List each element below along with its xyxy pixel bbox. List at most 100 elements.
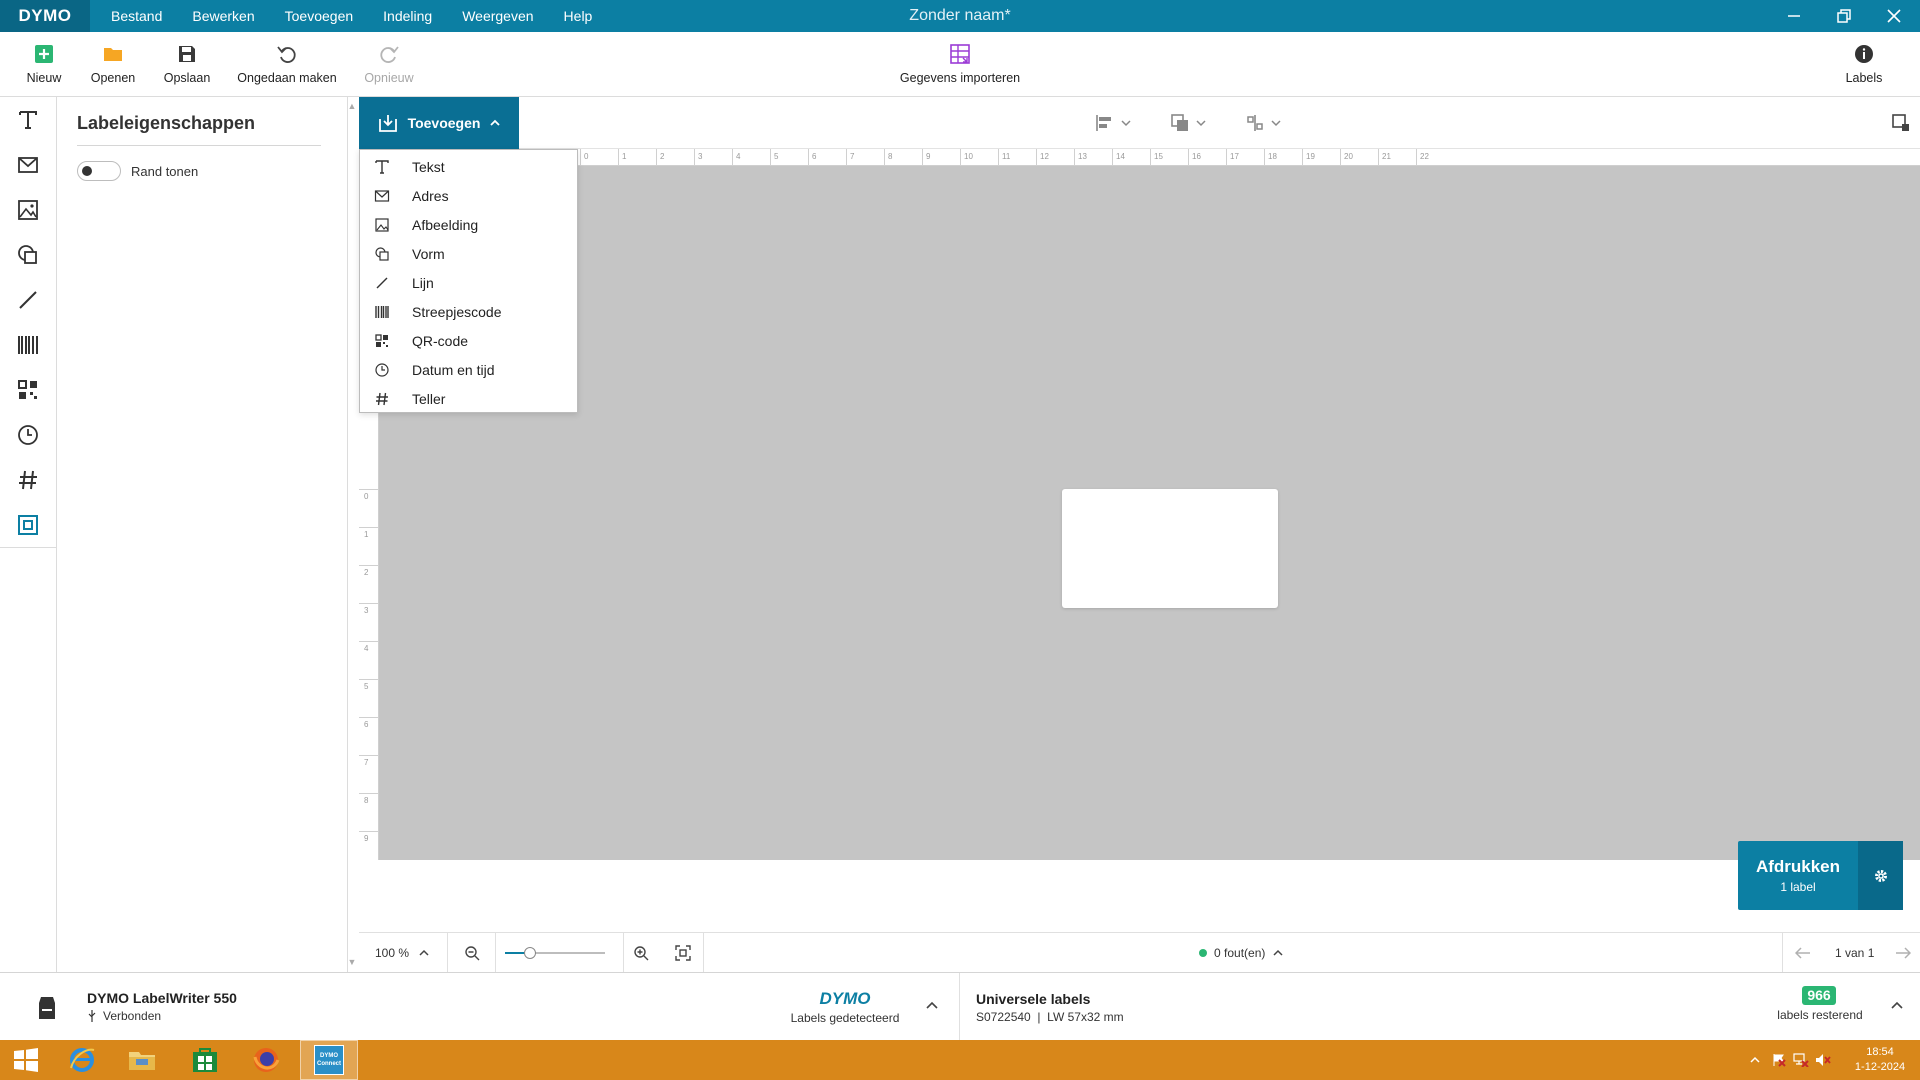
tool-text[interactable] [0,97,56,142]
distribute-button[interactable] [1245,111,1281,135]
qr-code-icon [18,379,37,399]
print-button-group: Afdrukken 1 label [1738,841,1903,910]
labels-info-button[interactable]: Labels [1842,32,1886,96]
fit-selection-button[interactable] [1891,111,1911,135]
tool-address[interactable] [0,142,56,187]
undo-button[interactable]: Ongedaan maken [233,32,341,96]
open-button[interactable]: Openen [88,32,138,96]
menu-bestand[interactable]: Bestand [96,0,177,32]
panel-scroll-down-icon[interactable]: ▼ [347,957,357,967]
panel-scroll-up-icon[interactable]: ▲ [347,101,357,111]
add-menu-item-teller[interactable]: Teller [360,384,577,413]
tray-network[interactable] [1792,1040,1810,1080]
tool-label-properties[interactable] [0,502,56,547]
add-menu-item-label: Datum en tijd [412,361,495,378]
label-type[interactable]: Universele labels [976,991,1090,1007]
ruler-label: 6 [812,152,817,161]
label-workspace[interactable] [379,166,1920,860]
zoom-in-button[interactable] [633,933,649,973]
add-menu-item-datum-en-tijd[interactable]: Datum en tijd [360,355,577,384]
add-menu-item-lijn[interactable]: Lijn [360,268,577,297]
add-menu-item-streepjescode[interactable]: Streepjescode [360,297,577,326]
taskbar-file-explorer[interactable] [120,1040,164,1080]
redo-button[interactable]: Opnieuw [360,32,418,96]
align-button[interactable] [1095,111,1131,135]
minimize-button[interactable] [1769,0,1819,32]
add-menu-item-vorm[interactable]: Vorm [360,239,577,268]
print-button[interactable]: Afdrukken 1 label [1738,841,1858,910]
zoom-slider[interactable] [505,933,615,973]
internet-explorer-icon [70,1048,95,1072]
show-border-toggle[interactable] [77,161,121,181]
printer-expand-button[interactable] [926,999,938,1014]
tray-flag[interactable] [1770,1040,1788,1080]
ruler-label: 13 [1078,152,1087,161]
label-canvas[interactable] [1062,489,1278,608]
print-settings-button[interactable] [1858,841,1903,910]
start-button[interactable] [6,1040,46,1080]
printer-name[interactable]: DYMO LabelWriter 550 [87,990,237,1006]
restore-button[interactable] [1819,0,1869,32]
ruler-label: 4 [736,152,741,161]
ruler-tick [808,149,809,166]
show-hidden-icons-button[interactable] [1748,1040,1762,1080]
qr-code-icon [375,333,388,347]
printer-state: Verbonden [103,1009,162,1023]
add-menu-item-adres[interactable]: Adres [360,181,577,210]
tool-barcode[interactable] [0,322,56,367]
ruler-tick [1036,149,1037,166]
hash-icon [376,392,388,405]
ruler-tick [998,149,999,166]
dymo-brand-logo: DYMO [819,989,871,1008]
new-button[interactable]: Nieuw [20,32,68,96]
tool-image[interactable] [0,187,56,232]
arrange-button[interactable] [1170,111,1206,135]
ruler-label: 5 [364,682,369,691]
zoom-menu-button[interactable] [419,933,429,973]
taskbar-internet-explorer[interactable] [60,1040,104,1080]
title-bar: DYMO Bestand Bewerken Toevoegen Indeling… [0,0,1920,32]
zoom-value[interactable]: 100 % [375,933,409,973]
tool-qr-code[interactable] [0,367,56,412]
zoom-slider-thumb[interactable] [524,947,536,959]
add-object-button[interactable]: Toevoegen [359,97,519,149]
add-menu-item-tekst[interactable]: Tekst [360,152,577,181]
taskbar-dymo-connect[interactable]: DYMO Connect [300,1040,358,1080]
menu-weergeven[interactable]: Weergeven [447,0,548,32]
ruler-tick [1150,149,1151,166]
ruler-tick [846,149,847,166]
save-button[interactable]: Opslaan [160,32,214,96]
close-button[interactable] [1869,0,1919,32]
add-menu-item-afbeelding[interactable]: Afbeelding [360,210,577,239]
tool-counter[interactable] [0,457,56,502]
ruler-tick [359,679,379,680]
tray-volume[interactable] [1814,1040,1832,1080]
menu-toevoegen[interactable]: Toevoegen [270,0,369,32]
floppy-disk-icon [179,46,195,62]
zoom-out-button[interactable] [464,933,480,973]
tray-clock[interactable]: 18:54 1-12-2024 [1845,1040,1915,1080]
save-label: Opslaan [163,71,211,85]
menu-indeling[interactable]: Indeling [368,0,447,32]
import-data-button[interactable]: Gegevens importeren [895,32,1025,96]
chevron-up-icon [1750,1056,1760,1063]
taskbar-firefox[interactable] [244,1040,288,1080]
fit-to-window-button[interactable] [675,933,691,973]
add-menu-item-qr-code[interactable]: QR-code [360,326,577,355]
open-label: Openen [90,71,136,85]
menu-help[interactable]: Help [549,0,608,32]
tool-shape[interactable] [0,232,56,277]
taskbar-store[interactable] [183,1040,227,1080]
ruler-label: 15 [1154,152,1163,161]
next-page-button[interactable] [1895,933,1911,973]
tool-line[interactable] [0,277,56,322]
ruler-tick [1074,149,1075,166]
previous-page-button[interactable] [1795,933,1811,973]
print-label: Afdrukken [1755,857,1841,876]
label-expand-button[interactable] [1891,999,1903,1014]
error-status[interactable]: 0 fout(en) [1199,933,1283,973]
barcode-icon [18,335,38,354]
menu-bewerken[interactable]: Bewerken [177,0,269,32]
ruler-label: 7 [850,152,855,161]
tool-date-time[interactable] [0,412,56,457]
